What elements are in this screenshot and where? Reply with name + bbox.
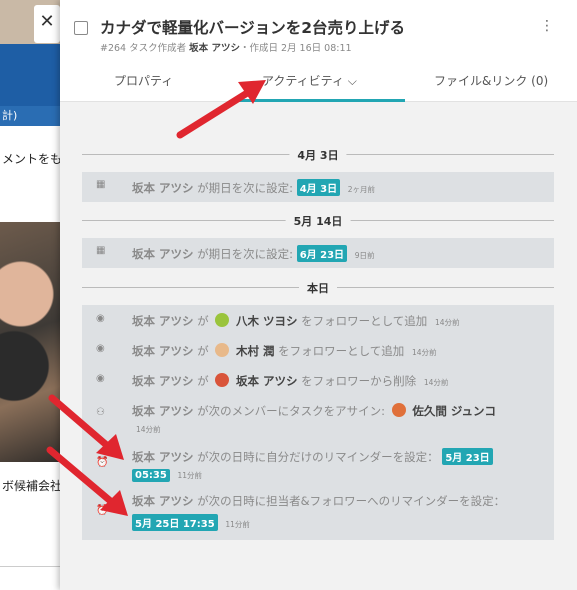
- arrow-icon: [48, 394, 124, 460]
- annotation-arrows: [46, 80, 266, 516]
- arrow-icon: [176, 80, 266, 139]
- arrow-icon: [46, 446, 128, 516]
